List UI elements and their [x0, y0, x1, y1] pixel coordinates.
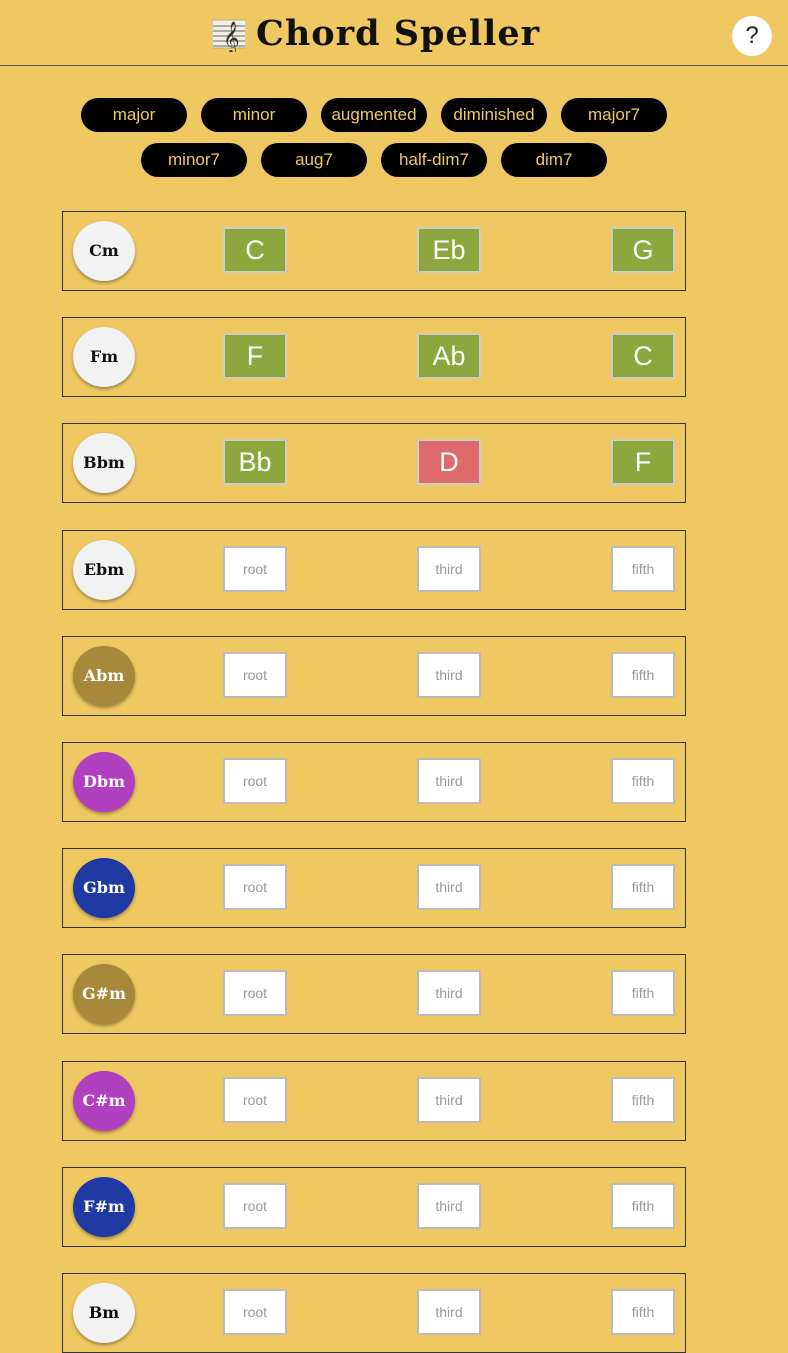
app-header: 𝄞 Chord Speller ?	[0, 0, 788, 66]
third-note-input[interactable]	[417, 652, 481, 698]
chord-name-badge[interactable]: G#m	[73, 964, 135, 1024]
root-note-input[interactable]	[223, 758, 287, 804]
root-note-input[interactable]	[223, 333, 287, 379]
third-note-input[interactable]	[417, 1077, 481, 1123]
chord-type-half-dim7[interactable]: half-dim7	[381, 143, 487, 177]
chord-row: F#m	[62, 1167, 686, 1247]
chord-type-row-1: major minor augmented diminished major7	[0, 98, 748, 132]
chord-type-selector: major minor augmented diminished major7 …	[0, 98, 748, 177]
root-note-input[interactable]	[223, 970, 287, 1016]
fifth-note-input[interactable]	[611, 546, 675, 592]
third-note-input[interactable]	[417, 333, 481, 379]
chord-row: Dbm	[62, 742, 686, 822]
chord-type-minor7[interactable]: minor7	[141, 143, 247, 177]
chord-type-aug7[interactable]: aug7	[261, 143, 367, 177]
treble-clef-staff-icon: 𝄞	[212, 19, 246, 52]
svg-text:𝄞: 𝄞	[223, 21, 240, 52]
help-button[interactable]: ?	[732, 16, 772, 56]
chord-type-major7[interactable]: major7	[561, 98, 667, 132]
root-note-input[interactable]	[223, 1077, 287, 1123]
chord-row: Bbm	[62, 423, 686, 503]
chord-name-badge[interactable]: Abm	[73, 646, 135, 706]
chord-row: Bm	[62, 1273, 686, 1353]
fifth-note-input[interactable]	[611, 970, 675, 1016]
root-note-input[interactable]	[223, 546, 287, 592]
root-note-input[interactable]	[223, 652, 287, 698]
root-note-input[interactable]	[223, 1289, 287, 1335]
chord-type-major[interactable]: major	[81, 98, 187, 132]
third-note-input[interactable]	[417, 227, 481, 273]
fifth-note-input[interactable]	[611, 758, 675, 804]
chord-type-diminished[interactable]: diminished	[441, 98, 547, 132]
chord-name-badge[interactable]: Bm	[73, 1283, 135, 1343]
fifth-note-input[interactable]	[611, 227, 675, 273]
chord-type-row-2: minor7 aug7 half-dim7 dim7	[0, 143, 748, 177]
root-note-input[interactable]	[223, 1183, 287, 1229]
title-group: 𝄞 Chord Speller	[212, 14, 540, 54]
app-title: Chord Speller	[256, 13, 541, 54]
chord-row: G#m	[62, 954, 686, 1034]
third-note-input[interactable]	[417, 1289, 481, 1335]
fifth-note-input[interactable]	[611, 652, 675, 698]
root-note-input[interactable]	[223, 227, 287, 273]
root-note-input[interactable]	[223, 439, 287, 485]
fifth-note-input[interactable]	[611, 1183, 675, 1229]
chord-type-minor[interactable]: minor	[201, 98, 307, 132]
root-note-input[interactable]	[223, 864, 287, 910]
chord-type-dim7[interactable]: dim7	[501, 143, 607, 177]
third-note-input[interactable]	[417, 1183, 481, 1229]
chord-row: Abm	[62, 636, 686, 716]
chord-name-badge[interactable]: Dbm	[73, 752, 135, 812]
chord-row: Ebm	[62, 530, 686, 610]
chord-name-badge[interactable]: Ebm	[73, 540, 135, 600]
chord-type-augmented[interactable]: augmented	[321, 98, 427, 132]
fifth-note-input[interactable]	[611, 439, 675, 485]
third-note-input[interactable]	[417, 758, 481, 804]
chord-name-badge[interactable]: F#m	[73, 1177, 135, 1237]
chord-row: Fm	[62, 317, 686, 397]
chord-name-badge[interactable]: Bbm	[73, 433, 135, 493]
chord-name-badge[interactable]: Cm	[73, 221, 135, 281]
third-note-input[interactable]	[417, 864, 481, 910]
chord-row: Gbm	[62, 848, 686, 928]
fifth-note-input[interactable]	[611, 1289, 675, 1335]
chord-name-badge[interactable]: Fm	[73, 327, 135, 387]
chord-row: C#m	[62, 1061, 686, 1141]
chord-name-badge[interactable]: C#m	[73, 1071, 135, 1131]
third-note-input[interactable]	[417, 439, 481, 485]
fifth-note-input[interactable]	[611, 1077, 675, 1123]
chord-row: Cm	[62, 211, 686, 291]
fifth-note-input[interactable]	[611, 333, 675, 379]
chord-name-badge[interactable]: Gbm	[73, 858, 135, 918]
fifth-note-input[interactable]	[611, 864, 675, 910]
third-note-input[interactable]	[417, 546, 481, 592]
third-note-input[interactable]	[417, 970, 481, 1016]
